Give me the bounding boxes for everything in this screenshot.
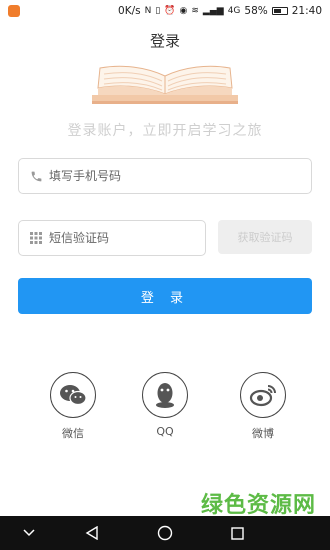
battery-icon (271, 7, 288, 15)
back-icon[interactable] (77, 516, 107, 550)
slogan-text: 登录账户，立即开启学习之旅 (67, 123, 263, 139)
status-indicators: 0K/s Ν ▯ ⏰ ◉ ≋ ▂▄▆ 4G 58% 21:40 (118, 0, 322, 22)
grid-icon (29, 231, 43, 245)
phone-input[interactable] (49, 169, 311, 183)
wifi-icon: ≋ (191, 6, 199, 16)
clock: 21:40 (291, 5, 322, 17)
wechat-label: 微信 (62, 427, 84, 440)
sms-code-field[interactable] (18, 220, 206, 256)
qq-login[interactable]: QQ (140, 372, 190, 438)
open-book-icon (92, 65, 238, 104)
qq-label: QQ (156, 425, 174, 438)
app-notification-icon (8, 5, 20, 17)
nfc-icon: Ν (144, 6, 152, 16)
navigation-bar (0, 516, 330, 550)
wechat-login[interactable]: 微信 (48, 372, 98, 441)
eye-icon: ◉ (179, 6, 188, 16)
weibo-icon[interactable] (240, 372, 286, 418)
phone-icon (29, 169, 43, 183)
qq-icon[interactable] (142, 372, 188, 418)
get-code-button[interactable]: 获取验证码 (218, 220, 312, 254)
weibo-label: 微博 (252, 427, 274, 440)
status-bar: 0K/s Ν ▯ ⏰ ◉ ≋ ▂▄▆ 4G 58% 21:40 (0, 0, 330, 22)
phone-field[interactable] (18, 158, 312, 194)
vibrate-icon: ▯ (155, 6, 161, 16)
chevron-down-icon[interactable] (14, 516, 44, 550)
wechat-icon[interactable] (50, 372, 96, 418)
page-title: 登录 (149, 32, 180, 50)
weibo-login[interactable]: 微博 (238, 372, 288, 441)
network-type: 4G (227, 6, 241, 16)
home-icon[interactable] (150, 516, 180, 550)
sms-code-input[interactable] (49, 231, 205, 245)
signal-icon: ▂▄▆ (202, 6, 224, 16)
alarm-icon: ⏰ (164, 6, 176, 16)
login-button[interactable]: 登 录 (18, 278, 312, 314)
recents-icon[interactable] (222, 516, 252, 550)
watermark-title: 绿色资源网 (200, 493, 316, 518)
network-speed: 0K/s (118, 5, 141, 17)
battery-percent: 58% (244, 5, 268, 17)
